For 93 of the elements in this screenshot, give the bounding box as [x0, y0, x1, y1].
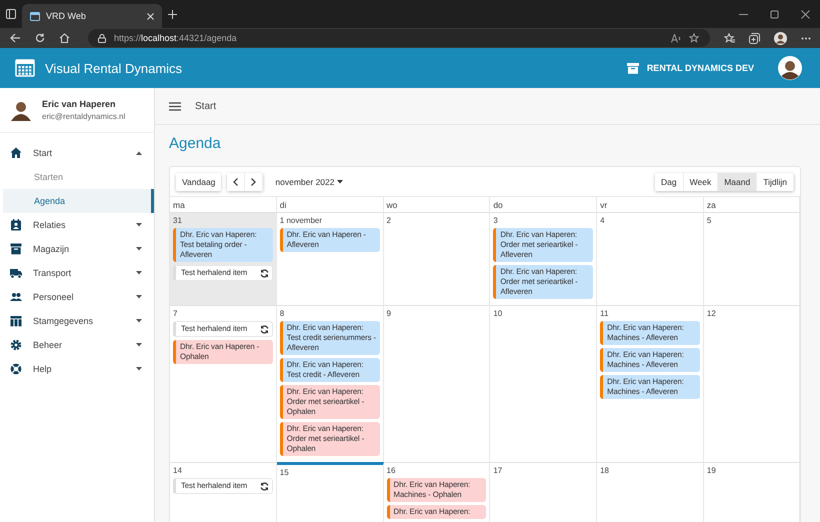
refresh-icon	[260, 324, 269, 334]
calendar-logo-icon	[15, 59, 35, 77]
nav-item[interactable]: Stamgegevens	[0, 309, 154, 333]
caret-icon	[136, 343, 142, 347]
nav-item[interactable]: Start	[0, 141, 154, 165]
archive-box-icon	[626, 62, 639, 74]
today-button[interactable]: Vandaag	[176, 173, 222, 191]
lifebuoy-icon	[10, 363, 22, 375]
day-number: 11	[599, 308, 610, 320]
nav-subitem[interactable]: Agenda	[3, 189, 154, 213]
caret-icon	[337, 180, 344, 184]
table-icon	[10, 315, 22, 327]
browser-tab[interactable]: VRD Web	[22, 4, 162, 28]
day-number: 31	[172, 215, 183, 227]
lock-icon	[98, 34, 106, 42]
weekday-header: do	[490, 196, 598, 212]
day-number: 8	[278, 308, 286, 320]
people-icon	[10, 291, 22, 303]
chevron-left-icon	[233, 178, 238, 186]
weekday-header: vr	[597, 196, 704, 212]
day-number: 10	[492, 308, 504, 320]
home-icon	[10, 147, 22, 159]
more-icon[interactable]	[801, 36, 811, 40]
truck-icon	[10, 267, 22, 279]
app-title: Visual Rental Dynamics	[45, 60, 182, 76]
environment-label: RENTAL DYNAMICS DEV	[646, 63, 754, 73]
user-name: Eric van Haperen	[42, 99, 117, 109]
breadcrumb: Start	[195, 100, 216, 112]
collections-icon[interactable]	[749, 32, 760, 44]
nav-item[interactable]: Beheer	[0, 333, 154, 357]
gear-icon	[10, 339, 22, 351]
nav-item[interactable]: Personeel	[0, 285, 154, 309]
day-number: 17	[492, 465, 504, 477]
weekday-header: za	[704, 196, 800, 212]
new-tab-icon[interactable]	[168, 10, 177, 18]
caret-icon	[136, 319, 142, 323]
view-button[interactable]: Dag	[655, 173, 684, 191]
chevron-right-icon	[251, 178, 256, 186]
nav-item[interactable]: Magazijn	[0, 237, 154, 261]
period-selector[interactable]: november 2022	[275, 177, 334, 187]
previous-button[interactable]	[227, 173, 246, 191]
url-text: https://localhost:44321/agenda	[114, 33, 238, 43]
caret-icon	[136, 295, 142, 299]
caret-icon	[136, 271, 142, 275]
refresh-icon	[260, 268, 269, 278]
view-button[interactable]: Tijdlijn	[757, 173, 794, 191]
caret-icon	[136, 223, 142, 227]
refresh-icon	[260, 482, 269, 490]
maximize-icon[interactable]	[770, 10, 779, 18]
back-icon[interactable]	[10, 33, 21, 43]
day-number: 2	[386, 215, 392, 227]
day-number: 5	[706, 215, 712, 227]
next-button[interactable]	[245, 173, 264, 191]
day-number: 14	[172, 465, 183, 477]
reload-icon[interactable]	[35, 33, 45, 43]
tab-title: VRD Web	[46, 11, 87, 21]
view-button[interactable]: Week	[684, 173, 718, 191]
user-email: eric@rentaldynamics.nl	[42, 112, 126, 121]
home-icon[interactable]	[59, 33, 70, 43]
caret-icon	[136, 367, 142, 371]
day-number: 4	[599, 215, 606, 227]
nav-item[interactable]: Help	[0, 357, 154, 381]
day-number: 7	[172, 308, 178, 320]
day-number: 18	[599, 465, 610, 477]
day-number: 19	[706, 465, 717, 477]
menu-icon[interactable]	[169, 102, 181, 110]
day-number: 1 november	[278, 215, 324, 227]
nav-item[interactable]: Transport	[0, 261, 154, 285]
day-number: 9	[386, 308, 392, 320]
day-number: 12	[706, 308, 717, 320]
address-bar[interactable]: https://localhost:44321/agenda	[88, 29, 710, 47]
read-aloud-icon[interactable]	[671, 34, 681, 42]
favorites-icon[interactable]	[724, 33, 735, 43]
day-number: 15	[278, 467, 290, 479]
page-title: Agenda	[169, 135, 222, 152]
archive-box-icon	[10, 243, 22, 255]
sidebar-toggle-icon[interactable]	[6, 9, 16, 19]
day-number: 3	[492, 215, 499, 227]
weekday-header: wo	[384, 196, 490, 212]
star-plus-icon[interactable]	[689, 33, 700, 43]
user-avatar-icon[interactable]	[778, 56, 802, 80]
avatar-icon[interactable]	[774, 32, 787, 44]
contact-card-icon	[10, 219, 22, 231]
close-icon[interactable]	[801, 10, 810, 18]
caret-icon	[136, 247, 142, 251]
calendar-icon	[30, 12, 40, 20]
day-number: 16	[386, 465, 396, 477]
view-button[interactable]: Maand	[718, 173, 758, 191]
weekday-header: di	[276, 196, 384, 212]
nav-item[interactable]: Relaties	[0, 213, 154, 237]
nav-subitem[interactable]: Starten	[3, 165, 154, 189]
user-avatar-icon	[10, 99, 32, 121]
caret-icon	[136, 151, 142, 155]
